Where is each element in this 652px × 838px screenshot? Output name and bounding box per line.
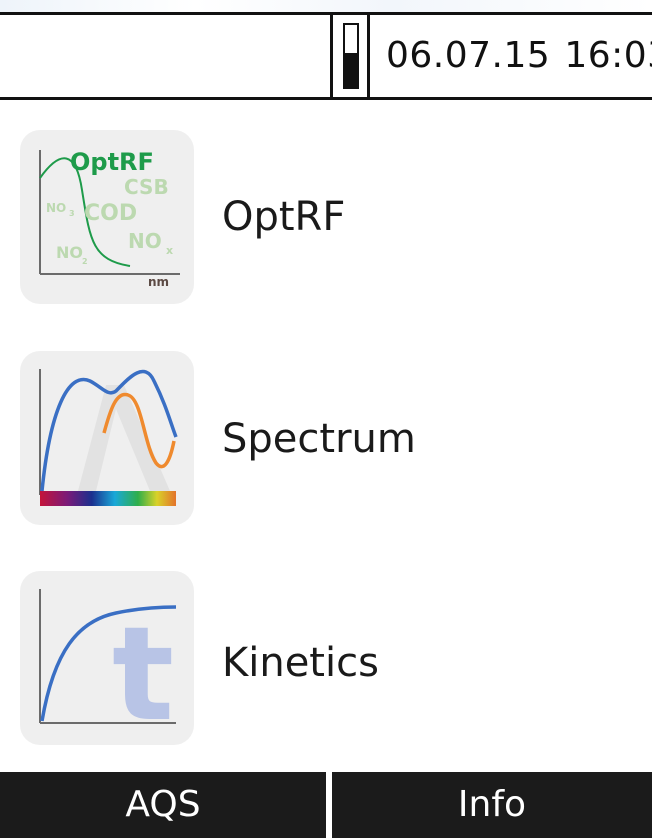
spectrum-icon-graphic	[39, 369, 178, 506]
rainbow-bar	[40, 491, 176, 506]
no3-label: NO	[46, 201, 66, 215]
footer-bar: AQS Info	[0, 768, 652, 838]
battery-fill	[345, 52, 357, 87]
menu-item-optrf[interactable]: OptRF CSB COD NO 3 NO x NO 2 nm OptRF	[0, 114, 652, 314]
kinetics-label: Kinetics	[222, 640, 379, 686]
kinetics-icon-graphic: t	[39, 589, 177, 750]
date-text: 06.07.15	[386, 35, 551, 76]
nox-label: NO	[128, 229, 162, 253]
menu-item-kinetics[interactable]: t Kinetics	[0, 556, 652, 756]
cod-label: COD	[84, 201, 137, 226]
no3-subscript: 3	[69, 209, 75, 218]
no2-label: NO	[56, 243, 83, 262]
nm-unit-label: nm	[148, 275, 169, 289]
battery-icon	[343, 23, 359, 89]
aqs-button[interactable]: AQS	[0, 772, 326, 838]
nox-subscript: x	[166, 244, 173, 257]
optrf-icon: OptRF CSB COD NO 3 NO x NO 2 nm	[20, 130, 194, 304]
optrf-icon-title: OptRF	[70, 148, 154, 176]
status-bar: 06.07.15 16:03	[0, 12, 652, 100]
spectrum-icon	[20, 351, 194, 525]
no2-subscript: 2	[82, 257, 88, 266]
battery-indicator	[330, 15, 370, 97]
csb-label: CSB	[124, 175, 169, 199]
date-time-display: 06.07.15 16:03	[386, 15, 652, 97]
lambda-icon	[78, 385, 170, 491]
optrf-label: OptRF	[222, 194, 346, 240]
spectrum-label: Spectrum	[222, 416, 416, 462]
top-background-strip	[0, 0, 652, 12]
info-button[interactable]: Info	[332, 772, 652, 838]
kinetics-icon: t	[20, 571, 194, 750]
optrf-icon-graphic: OptRF CSB COD NO 3 NO x NO 2 nm	[39, 148, 180, 289]
menu-item-spectrum[interactable]: Spectrum	[0, 336, 652, 536]
time-text: 16:03	[564, 35, 652, 76]
